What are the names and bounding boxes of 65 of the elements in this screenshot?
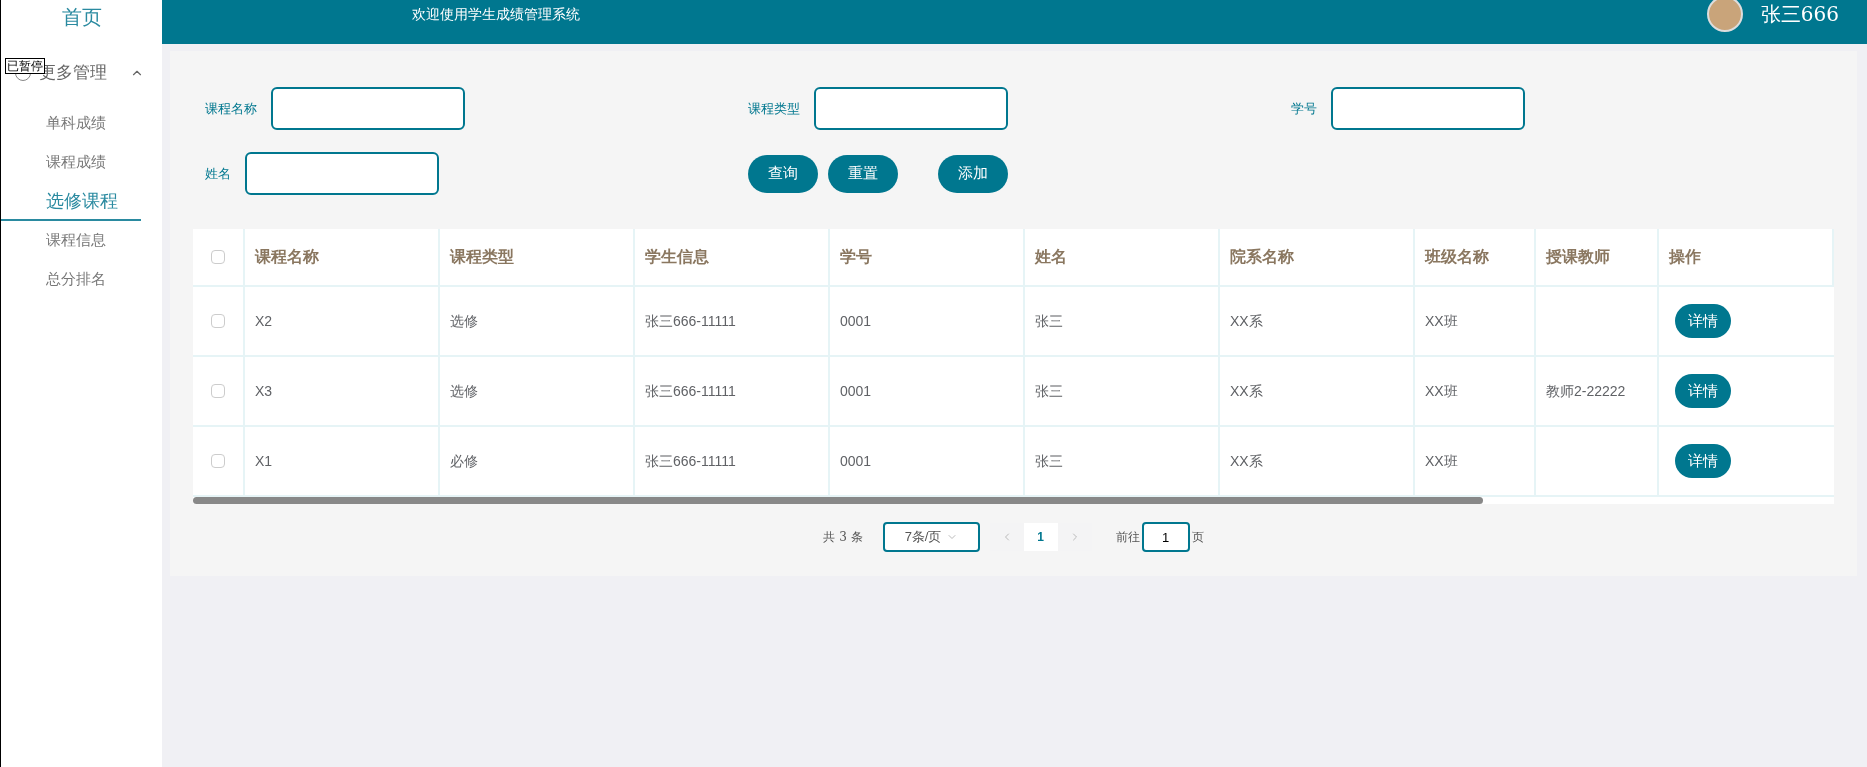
goto-label: 前往 <box>1115 529 1140 546</box>
column-header: 操作 <box>1669 247 1701 267</box>
page-size-select[interactable]: 7条/页 <box>882 522 980 552</box>
column-header: 课程名称 <box>255 247 319 267</box>
table-cell-text: XX班 <box>1425 381 1458 401</box>
column-header: 院系名称 <box>1230 247 1294 267</box>
column-header: 班级名称 <box>1425 247 1489 267</box>
column-header: 姓名 <box>1035 247 1067 267</box>
input-field[interactable] <box>271 87 465 130</box>
goto-page-field[interactable]: 1 <box>1141 522 1190 552</box>
field-label: 课程类型 <box>748 99 800 118</box>
sidebar-item[interactable]: 单科成绩 <box>1 104 162 143</box>
column-header: 学号 <box>840 247 872 267</box>
table-cell-text: XX系 <box>1230 381 1263 401</box>
input-field[interactable] <box>245 152 439 195</box>
table-cell-text: XX系 <box>1230 311 1263 331</box>
table-cell-text: 教师2-22222 <box>1546 381 1626 401</box>
table-cell-text: 张三 <box>1035 381 1063 401</box>
sidebar-item[interactable]: 总分排名 <box>1 260 162 299</box>
table-cell-text: X1 <box>255 451 273 471</box>
field-label: 学号 <box>1291 99 1317 118</box>
page-button[interactable]: 1 <box>1023 523 1058 551</box>
table-cell-text: 选修 <box>450 381 478 401</box>
column-header: 课程类型 <box>450 247 514 267</box>
table-cell-text: 张三666-11111 <box>645 381 736 401</box>
table-cell-text: 选修 <box>450 311 478 331</box>
table-cell-text: 张三 <box>1035 451 1063 471</box>
header-title: 欢迎使用学生成绩管理系统 <box>412 4 581 24</box>
table-cell-text: 0001 <box>840 311 872 331</box>
horizontal-scrollbar[interactable] <box>193 497 1483 504</box>
input-field[interactable] <box>814 87 1008 130</box>
input-field[interactable] <box>1331 87 1525 130</box>
sidebar-item[interactable]: 课程成绩 <box>1 143 162 182</box>
table-cell-text: 张三 <box>1035 311 1063 331</box>
table-cell-text: XX系 <box>1230 451 1263 471</box>
details-button[interactable]: 详情 <box>1675 304 1731 338</box>
action-button[interactable]: 重置 <box>828 154 898 193</box>
table-cell-text: XX班 <box>1425 311 1458 331</box>
table-cell-text: 0001 <box>840 451 872 471</box>
table-cell-text: 必修 <box>450 451 478 471</box>
column-header: 学生信息 <box>645 247 709 267</box>
column-header: 授课教师 <box>1546 247 1610 267</box>
table-cell-text: X3 <box>255 381 273 401</box>
checkbox[interactable] <box>211 384 225 398</box>
home-link[interactable]: 首页 <box>61 2 102 32</box>
table-cell-text: X2 <box>255 311 273 331</box>
details-button[interactable]: 详情 <box>1675 374 1731 408</box>
details-button[interactable]: 详情 <box>1675 444 1731 478</box>
sidebar-item[interactable]: 课程信息 <box>1 221 162 260</box>
checkbox[interactable] <box>211 454 225 468</box>
action-button[interactable]: 添加 <box>938 154 1008 193</box>
avatar <box>1706 0 1743 32</box>
table-cell-text: XX班 <box>1425 451 1458 471</box>
checkbox[interactable] <box>211 314 225 328</box>
user-name: 张三666 <box>1760 1 1839 28</box>
table-cell-text: 张三666-11111 <box>645 451 736 471</box>
field-label: 课程名称 <box>205 99 257 118</box>
table-cell-text: 张三666-11111 <box>645 311 736 331</box>
field-label: 姓名 <box>205 164 231 183</box>
checkbox[interactable] <box>211 250 225 264</box>
page-suffix: 页 <box>1191 529 1204 546</box>
table-cell-text: 0001 <box>840 381 872 401</box>
action-button[interactable]: 查询 <box>748 154 818 193</box>
total-count: 共 3 条 <box>823 529 863 546</box>
sidebar-item[interactable]: 选修课程 <box>1 182 141 221</box>
